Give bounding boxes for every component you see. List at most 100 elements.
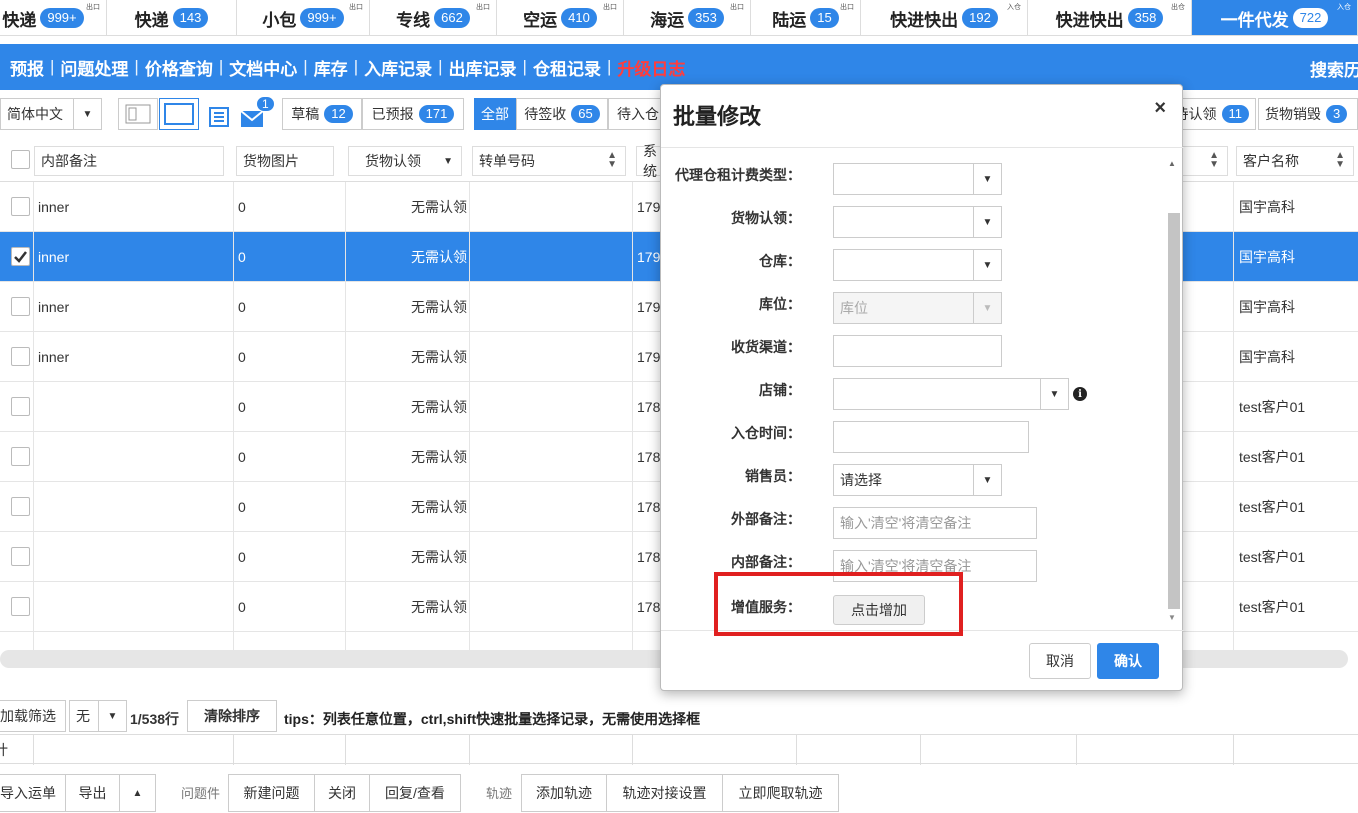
tab-dedicated-line[interactable]: 专线 662 出口 xyxy=(370,0,497,35)
count-badge: 11 xyxy=(1221,105,1249,123)
list-icon[interactable] xyxy=(208,106,230,131)
filter-select[interactable]: 无 ▼ xyxy=(69,700,127,732)
nav-inventory[interactable]: 库存 xyxy=(308,55,354,80)
tab-small-parcel[interactable]: 小包 999+ 出口 xyxy=(237,0,370,35)
shop-select[interactable]: ▼ xyxy=(833,378,1069,410)
header-image[interactable]: 货物图片 xyxy=(236,146,334,176)
nav-prereport[interactable]: 预报 xyxy=(4,55,50,80)
sales-select[interactable]: 请选择 ▼ xyxy=(833,464,1002,496)
cell-claim: 无需认领 xyxy=(411,399,467,415)
row-checkbox[interactable] xyxy=(11,447,30,466)
ext-note-input[interactable]: 输入'清空'将清空备注 xyxy=(833,507,1037,539)
tab-dropship[interactable]: 一件代发 722 入仓 xyxy=(1192,0,1358,35)
nav-price[interactable]: 价格查询 xyxy=(139,55,219,80)
clear-sort-button[interactable]: 清除排序 xyxy=(187,700,277,732)
filter-pending-sign[interactable]: 待签收 65 xyxy=(516,98,608,130)
filter-pending-in[interactable]: 待入仓 xyxy=(608,98,668,130)
count-badge: 65 xyxy=(571,105,600,123)
tab-fast-in[interactable]: 快进快出 192 入仓 xyxy=(861,0,1028,35)
row-checkbox[interactable] xyxy=(11,597,30,616)
confirm-button[interactable]: 确认 xyxy=(1097,643,1159,679)
header-claim[interactable]: 货物认领 ▼ xyxy=(348,146,462,176)
reply-button[interactable]: 回复/查看 xyxy=(369,774,461,812)
tab-tag: 出口 xyxy=(86,4,100,11)
chevron-up-icon[interactable]: ▲ xyxy=(119,774,156,812)
header-label: 转单号码 xyxy=(479,153,535,169)
claim-select[interactable]: ▼ xyxy=(833,206,1002,238)
tab-label: 一件代发 xyxy=(1220,10,1289,30)
add-track-button[interactable]: 添加轨迹 xyxy=(521,774,607,812)
language-value: 简体中文 xyxy=(7,106,63,122)
language-select[interactable]: 简体中文 ▼ xyxy=(0,98,102,130)
cell-inner-note xyxy=(38,482,228,532)
chevron-down-icon: ▼ xyxy=(98,701,126,731)
tab-express[interactable]: 快递 143 xyxy=(107,0,237,35)
crawl-track-button[interactable]: 立即爬取轨迹 xyxy=(722,774,839,812)
tab-express-export[interactable]: 快递 999+ 出口 xyxy=(0,0,107,35)
row-checkbox[interactable] xyxy=(11,247,30,266)
channel-input[interactable] xyxy=(833,335,1002,367)
sort-icon: ▲ ▼ xyxy=(1209,150,1219,170)
header-customer[interactable]: 客户名称 ▲ ▼ xyxy=(1236,146,1354,176)
new-issue-button[interactable]: 新建问题 xyxy=(228,774,315,812)
mail-icon[interactable]: 1 xyxy=(240,96,275,131)
cell-claim: 无需认领 xyxy=(411,549,467,565)
row-checkbox[interactable] xyxy=(11,547,30,566)
in-time-input[interactable] xyxy=(833,421,1029,453)
count-badge: 999+ xyxy=(40,8,84,28)
count-badge: 12 xyxy=(324,105,353,123)
tab-label: 小包 xyxy=(262,10,297,30)
row-checkbox[interactable] xyxy=(11,297,30,316)
nav-issue[interactable]: 问题处理 xyxy=(54,55,134,80)
track-setting-button[interactable]: 轨迹对接设置 xyxy=(606,774,723,812)
header-transfer-number[interactable]: 转单号码 ▲ ▼ xyxy=(472,146,626,176)
filter-select-value: 无 xyxy=(76,708,90,724)
row-checkbox[interactable] xyxy=(11,347,30,366)
sort-icon: ▲ ▼ xyxy=(1335,150,1345,170)
tab-land[interactable]: 陆运 15 出口 xyxy=(751,0,861,35)
row-checkbox[interactable] xyxy=(11,397,30,416)
label-rent-type: 代理仓租计费类型： xyxy=(675,167,801,183)
nav-inbound[interactable]: 入库记录 xyxy=(358,55,438,80)
export-button[interactable]: 导出 xyxy=(65,774,120,812)
tab-fast-out[interactable]: 快进快出 358 出仓 xyxy=(1028,0,1192,35)
scroll-thumb[interactable] xyxy=(1168,213,1180,609)
nav-rent[interactable]: 仓租记录 xyxy=(527,55,607,80)
search-history[interactable]: 搜索历史 xyxy=(1310,56,1358,81)
cancel-button[interactable]: 取消 xyxy=(1029,643,1091,679)
column-divider xyxy=(233,182,234,650)
filter-prereported[interactable]: 已预报 171 xyxy=(362,98,464,130)
close-icon[interactable]: × xyxy=(1154,97,1166,120)
dialog-scrollbar[interactable]: ▲ ▼ xyxy=(1164,155,1180,625)
filter-destroy[interactable]: 货物销毁 3 xyxy=(1258,98,1358,130)
info-icon[interactable]: i xyxy=(1073,387,1087,401)
filter-all[interactable]: 全部 xyxy=(474,98,516,130)
import-waybill-button[interactable]: 导入运单 xyxy=(0,774,66,812)
layout-single-button[interactable] xyxy=(159,98,199,130)
tab-label: 陆运 xyxy=(772,10,807,30)
header-inner-note[interactable]: 内部备注 xyxy=(34,146,224,176)
header-label: 客户名称 xyxy=(1243,153,1299,169)
warehouse-select[interactable]: ▼ xyxy=(833,249,1002,281)
row-checkbox[interactable] xyxy=(11,197,30,216)
layout-split-button[interactable] xyxy=(118,98,158,130)
row-checkbox[interactable] xyxy=(11,497,30,516)
select-all-checkbox[interactable] xyxy=(11,150,30,169)
nav-changelog[interactable]: 升级日志 xyxy=(611,55,691,80)
tab-sea[interactable]: 海运 353 出口 xyxy=(624,0,751,35)
scroll-down-icon[interactable]: ▼ xyxy=(1168,613,1176,622)
cell-image: 0 xyxy=(238,499,246,515)
tab-air[interactable]: 空运 410 出口 xyxy=(497,0,624,35)
location-select: 库位 ▼ xyxy=(833,292,1002,324)
nav-docs[interactable]: 文档中心 xyxy=(223,55,303,80)
cell-customer: test客户01 xyxy=(1239,599,1306,615)
label-channel: 收货渠道： xyxy=(731,339,801,355)
filter-draft[interactable]: 草稿 12 xyxy=(282,98,362,130)
close-issue-button[interactable]: 关闭 xyxy=(314,774,370,812)
header-sort-prev[interactable]: ▲ ▼ xyxy=(1180,146,1228,176)
load-filter-button[interactable]: 加载筛选 xyxy=(0,700,66,732)
rent-type-select[interactable]: ▼ xyxy=(833,163,1002,195)
label-ext-note: 外部备注： xyxy=(731,511,801,527)
scroll-up-icon[interactable]: ▲ xyxy=(1168,159,1176,168)
nav-outbound[interactable]: 出库记录 xyxy=(443,55,523,80)
